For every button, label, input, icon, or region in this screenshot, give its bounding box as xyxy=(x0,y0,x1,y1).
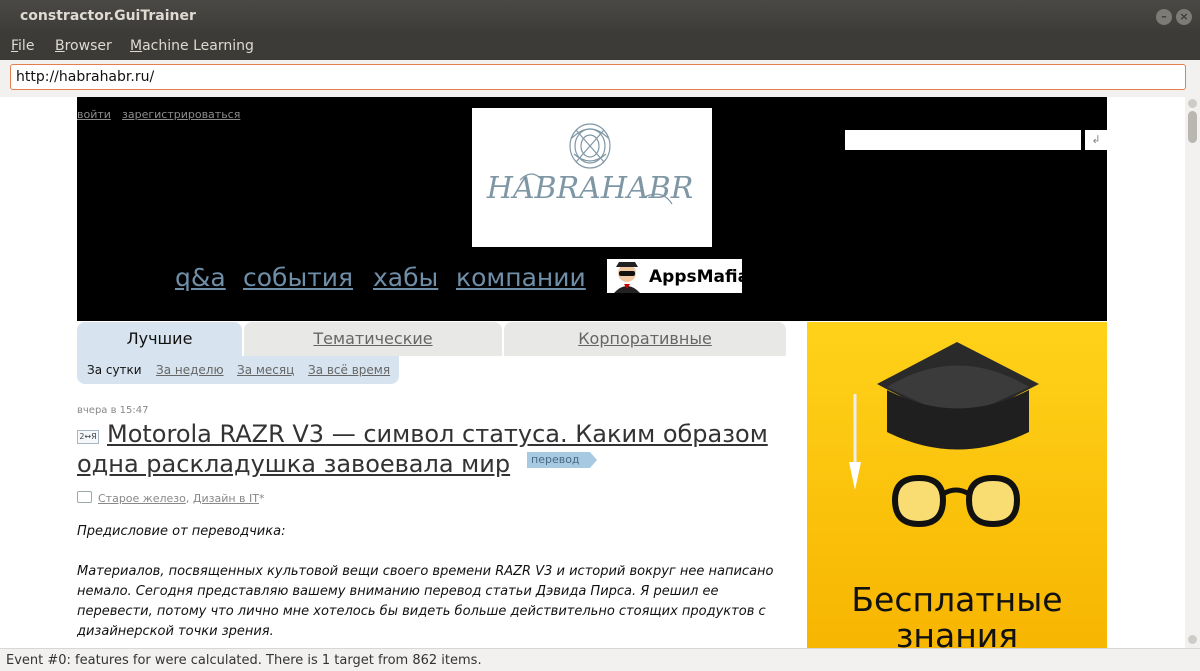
close-icon[interactable]: × xyxy=(1176,9,1192,25)
login-link[interactable]: войти xyxy=(77,108,111,121)
filter-week[interactable]: За неделю xyxy=(156,363,224,377)
post-title-link[interactable]: Motorola RAZR V3 — символ статуса. Каким… xyxy=(77,420,768,478)
graduation-cap-glasses-icon xyxy=(849,342,1039,528)
search-submit-icon[interactable]: ↲ xyxy=(1085,130,1107,150)
tab-thematic-label: Тематические xyxy=(313,329,433,348)
site-search-input[interactable] xyxy=(845,130,1081,150)
ad-line-2: знания xyxy=(895,616,1019,649)
menu-browser-label: rowser xyxy=(64,38,112,54)
menu-browser-mnemonic: B xyxy=(55,38,65,54)
nav-qa[interactable]: q&a xyxy=(175,263,226,292)
tab-corporate[interactable]: Корпоративные xyxy=(504,322,786,356)
vertical-scrollbar[interactable] xyxy=(1185,97,1200,648)
post-intro: Предисловие от переводчика: xyxy=(77,524,286,539)
tab-best-label: Лучшие xyxy=(126,329,193,348)
menu-ml-mnemonic: M xyxy=(130,38,143,54)
window-titlebar: constractor.GuiTrainer – × xyxy=(0,0,1200,34)
translation-badge: перевод xyxy=(527,452,597,468)
ad-banner[interactable]: Бесплатные знания xyxy=(807,322,1107,648)
minimize-icon[interactable]: – xyxy=(1156,9,1172,25)
nav-companies[interactable]: компании xyxy=(456,263,586,292)
menu-machine-learning[interactable]: Machine Learning xyxy=(130,38,254,54)
menu-file[interactable]: File xyxy=(11,38,34,54)
scroll-down-icon[interactable] xyxy=(1188,635,1197,644)
browser-viewport[interactable]: войти зарегистрироваться HABRAHABR ↲ q&a… xyxy=(0,97,1185,648)
tab-thematic[interactable]: Тематические xyxy=(244,322,502,356)
window-title: constractor.GuiTrainer xyxy=(20,8,196,24)
logo-text: HABRAHABR xyxy=(486,171,694,206)
menu-bar: File Browser Machine Learning xyxy=(0,34,1200,60)
hub-link-it-design[interactable]: Дизайн в IT xyxy=(193,492,259,505)
menu-browser[interactable]: Browser xyxy=(55,38,112,54)
post-date: вчера в 15:47 xyxy=(77,405,149,416)
tab-best[interactable]: Лучшие xyxy=(77,322,242,356)
appsmafia-label: AppsMafia xyxy=(649,267,750,287)
appsmafia-banner[interactable]: AppsMafia xyxy=(607,259,749,293)
menu-ml-label: achine Learning xyxy=(142,38,254,54)
ad-line-1: Бесплатные xyxy=(851,580,1063,619)
appsmafia-avatar-icon xyxy=(614,262,640,293)
register-link[interactable]: зарегистрироваться xyxy=(122,108,240,121)
hub-link-old-hardware[interactable]: Старое железо xyxy=(98,492,186,505)
scroll-thumb[interactable] xyxy=(1188,111,1197,143)
tab-corporate-label: Корпоративные xyxy=(578,329,712,348)
site-header: войти зарегистрироваться HABRAHABR ↲ q&a… xyxy=(77,97,1107,321)
ad-headline: Бесплатные знания xyxy=(807,580,1107,649)
post-title: 2↔Я Motorola RAZR V3 — символ статуса. Ка… xyxy=(77,419,787,479)
nav-events[interactable]: события xyxy=(243,263,353,292)
scroll-up-icon[interactable] xyxy=(1188,99,1197,108)
filter-all-time[interactable]: За всё время xyxy=(308,363,390,377)
site-logo[interactable]: HABRAHABR xyxy=(472,108,712,247)
period-filters: За сутки За неделю За месяц За всё время xyxy=(77,356,399,384)
menu-file-mnemonic: F xyxy=(11,38,19,54)
hub-profile-mark: * xyxy=(259,492,265,505)
address-bar-row xyxy=(0,60,1200,97)
status-bar: Event #0: features for were calculated. … xyxy=(0,648,1200,671)
post-hubs: Старое железо, Дизайн в IT* xyxy=(77,491,265,505)
menu-file-label: ile xyxy=(18,38,35,54)
nav-hubs[interactable]: хабы xyxy=(373,263,438,292)
post-paragraph: Материалов, посвященных культовой вещи с… xyxy=(77,564,774,639)
filter-day[interactable]: За сутки xyxy=(87,363,142,377)
translation-icon: 2↔Я xyxy=(77,430,99,444)
status-text: Event #0: features for were calculated. … xyxy=(6,653,482,668)
hub-briefcase-icon xyxy=(77,491,92,503)
filter-month[interactable]: За месяц xyxy=(237,363,294,377)
logo-graphic: HABRAHABR xyxy=(486,123,694,206)
address-input[interactable] xyxy=(10,64,1186,90)
